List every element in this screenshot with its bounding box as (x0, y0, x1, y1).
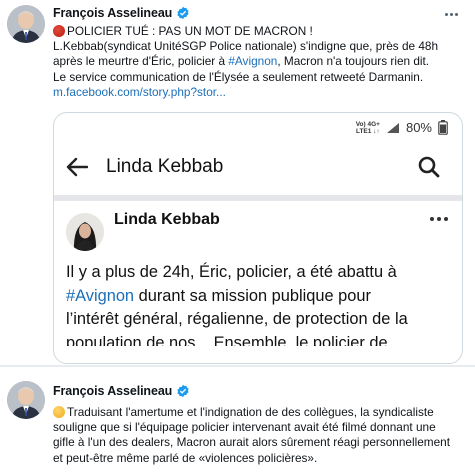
card-divider (54, 195, 462, 201)
search-icon (418, 156, 440, 178)
author-name[interactable]: François Asselineau (53, 384, 172, 398)
tweet-line-3: après le meurtre d'Éric, policier à #Avi… (53, 54, 430, 69)
signal-icon (386, 122, 399, 133)
post-line-4: population de nos... Ensemble, le polici… (66, 333, 402, 352)
more-icon[interactable] (445, 10, 463, 18)
post-author-avatar (66, 213, 104, 251)
tweet-header: François Asselineau (53, 6, 190, 20)
hashtag-avignon[interactable]: #Avignon (228, 54, 277, 68)
network-indicator: Vo) 4G+ LTE1 ↓↑ (355, 120, 380, 135)
tweet-line-2: souligne que si l'équipage policier inte… (53, 420, 436, 435)
tweet-text: Traduisant l'amertume et l'indignation d… (53, 405, 468, 466)
phone-status-bar: Vo) 4G+ LTE1 ↓↑ 80% (356, 120, 448, 135)
battery-icon (438, 120, 448, 135)
red-circle-emoji (53, 25, 65, 37)
post-line-1: Il y a plus de 24h, Éric, policier, a ét… (66, 263, 397, 281)
tweet-text: POLICIER TUÉ : PAS UN MOT DE MACRON ! L.… (53, 24, 468, 100)
post-text: Il y a plus de 24h, Éric, policier, a ét… (66, 261, 458, 355)
tweet-header: François Asselineau (53, 384, 190, 398)
post-more-icon (430, 217, 448, 221)
image-card[interactable]: Vo) 4G+ LTE1 ↓↑ 80% Linda Kebbab Linda K… (53, 112, 463, 364)
tweet-line-3: gifle à l'un des dealers, Macron aurait … (53, 435, 451, 450)
worried-face-emoji (53, 406, 65, 418)
back-arrow-icon (66, 157, 88, 177)
search-title: Linda Kebbab (106, 156, 224, 177)
tweet-line-4: Le service communication de l'Élysée a s… (53, 69, 424, 84)
tweet-line-1: POLICIER TUÉ : PAS UN MOT DE MACRON ! (53, 24, 468, 39)
tweet-line-1: Traduisant l'amertume et l'indignation d… (53, 405, 468, 420)
tweet-line-2: L.Kebbab(syndicat UnitéSGP Police nation… (53, 39, 439, 54)
facebook-link[interactable]: m.facebook.com/story.php?stor... (53, 85, 468, 100)
tweet-1[interactable]: François Asselineau POLICIER TUÉ : PAS U… (0, 0, 475, 366)
post-line-2: #Avignon durant sa mission publique pour (66, 286, 371, 305)
verified-badge-icon (176, 384, 190, 398)
post-hashtag-avignon: #Avignon (66, 286, 135, 305)
author-avatar[interactable] (7, 381, 45, 419)
verified-badge-icon (176, 6, 190, 20)
post-line-3: l’intérêt général, régalienne, de protec… (66, 310, 408, 328)
tweet-line-4: et peut-être même parlé de «violences po… (53, 450, 318, 465)
author-avatar[interactable] (7, 5, 45, 43)
author-name[interactable]: François Asselineau (53, 6, 172, 20)
post-author-name: Linda Kebbab (114, 211, 220, 228)
tweet-2[interactable]: François Asselineau Traduisant l'amertum… (0, 366, 475, 473)
battery-percent: 80% (405, 120, 432, 135)
